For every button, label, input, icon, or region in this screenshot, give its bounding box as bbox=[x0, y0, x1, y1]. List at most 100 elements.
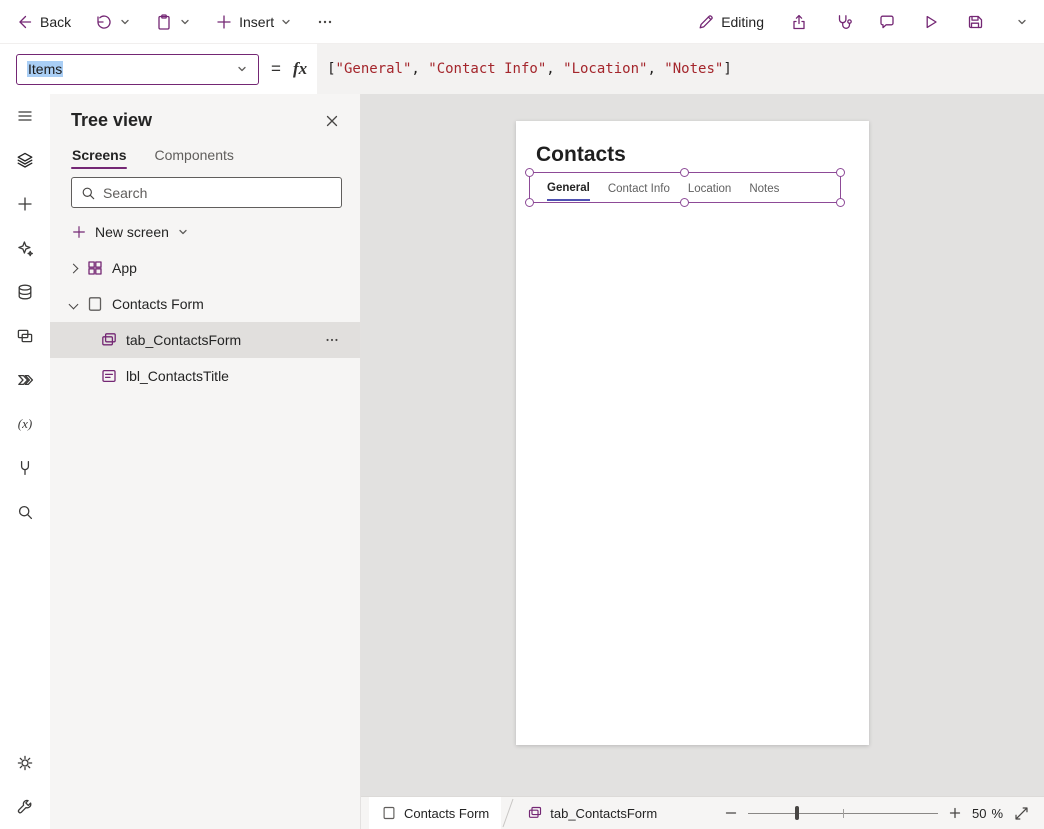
formula-token: ] bbox=[723, 61, 731, 77]
expand-chevron[interactable] bbox=[64, 259, 82, 277]
formula-text: ["General", "Contact Info", "Location", … bbox=[327, 61, 732, 77]
tests-button[interactable] bbox=[0, 446, 50, 490]
gear-icon bbox=[16, 754, 34, 772]
back-label: Back bbox=[40, 14, 71, 30]
formula-token: [ bbox=[327, 61, 335, 77]
advanced-tools-button[interactable] bbox=[0, 785, 50, 829]
media-icon bbox=[16, 327, 34, 345]
menu-button[interactable] bbox=[0, 94, 50, 138]
zoom-out-button[interactable] bbox=[724, 806, 738, 820]
comments-button[interactable] bbox=[878, 13, 896, 31]
save-button[interactable] bbox=[966, 13, 984, 31]
layers-icon bbox=[16, 151, 34, 169]
pencil-icon bbox=[697, 13, 715, 31]
share-button[interactable] bbox=[790, 13, 808, 31]
formula-input[interactable]: ["General", "Contact Info", "Location", … bbox=[317, 44, 1044, 94]
property-selector[interactable]: Items bbox=[16, 54, 259, 85]
editing-mode-button[interactable]: Editing bbox=[697, 13, 764, 31]
tab-label: General bbox=[547, 174, 590, 201]
paste-button[interactable] bbox=[155, 13, 173, 31]
variables-icon: (x) bbox=[18, 416, 32, 432]
variables-button[interactable]: (x) bbox=[0, 402, 50, 446]
breadcrumb-label: tab_ContactsForm bbox=[550, 806, 657, 821]
insert-label: Insert bbox=[239, 14, 274, 30]
plus-icon bbox=[215, 13, 233, 31]
tree-item-tab-contactsform[interactable]: tab_ContactsForm bbox=[50, 322, 360, 358]
breadcrumb-control[interactable]: tab_ContactsForm bbox=[515, 797, 669, 829]
canvas-area[interactable]: Contacts General Contact Info Location N… bbox=[361, 94, 1044, 796]
selection-handle[interactable] bbox=[836, 168, 845, 177]
minus-icon bbox=[724, 806, 738, 820]
collapse-chevron[interactable] bbox=[64, 295, 82, 313]
app-icon bbox=[86, 259, 104, 277]
search-icon bbox=[80, 185, 96, 201]
tab-control-icon bbox=[527, 805, 543, 821]
new-screen-button[interactable]: New screen bbox=[50, 214, 360, 250]
more-options-button[interactable] bbox=[324, 332, 340, 348]
tree-item-app[interactable]: App bbox=[50, 250, 360, 286]
chevron-down-icon bbox=[177, 226, 189, 238]
plus-icon bbox=[16, 195, 34, 213]
chevron-down-icon bbox=[236, 63, 248, 75]
search-panel-button[interactable] bbox=[0, 490, 50, 534]
tab-list-control[interactable]: General Contact Info Location Notes bbox=[529, 172, 841, 203]
selection-handle[interactable] bbox=[680, 168, 689, 177]
tree-item-lbl-contactstitle[interactable]: lbl_ContactsTitle bbox=[50, 358, 360, 394]
tree-item-label: tab_ContactsForm bbox=[126, 332, 241, 348]
settings-button[interactable] bbox=[0, 741, 50, 785]
ellipsis-icon bbox=[324, 332, 340, 348]
data-button[interactable] bbox=[0, 270, 50, 314]
formula-bar: Items = fx ["General", "Contact Info", "… bbox=[0, 44, 1044, 94]
save-dropdown-button[interactable] bbox=[1016, 16, 1028, 28]
selection-handle[interactable] bbox=[525, 198, 534, 207]
screen-icon bbox=[86, 295, 104, 313]
search-box[interactable] bbox=[71, 177, 342, 208]
screen-canvas[interactable]: Contacts General Contact Info Location N… bbox=[516, 121, 869, 745]
zoom-slider[interactable] bbox=[748, 805, 938, 821]
zoom-level[interactable]: 50 % bbox=[972, 806, 1003, 821]
media-button[interactable] bbox=[0, 314, 50, 358]
tree-item-contacts-form[interactable]: Contacts Form bbox=[50, 286, 360, 322]
formula-token: "General" bbox=[336, 61, 412, 77]
canvas-tab-general[interactable]: General bbox=[538, 173, 599, 202]
tab-components[interactable]: Components bbox=[153, 139, 234, 173]
zoom-in-button[interactable] bbox=[948, 806, 962, 820]
ellipsis-icon bbox=[316, 13, 334, 31]
selection-handle[interactable] bbox=[680, 198, 689, 207]
copilot-button[interactable] bbox=[0, 226, 50, 270]
insert-panel-button[interactable] bbox=[0, 182, 50, 226]
close-icon bbox=[324, 113, 340, 129]
canvas-tab-contact-info[interactable]: Contact Info bbox=[599, 173, 679, 202]
insert-dropdown-button[interactable] bbox=[280, 16, 292, 28]
top-toolbar: Back Insert Editing bbox=[0, 0, 1044, 44]
search-input[interactable] bbox=[103, 185, 333, 201]
canvas-tab-location[interactable]: Location bbox=[679, 173, 740, 202]
fit-to-window-button[interactable] bbox=[1013, 805, 1030, 822]
screen-title-label[interactable]: Contacts bbox=[536, 143, 626, 167]
formula-token: , bbox=[411, 61, 428, 77]
breadcrumb-screen[interactable]: Contacts Form bbox=[369, 797, 501, 829]
slider-handle[interactable] bbox=[795, 806, 799, 820]
tree-view-button[interactable] bbox=[0, 138, 50, 182]
more-commands-button[interactable] bbox=[316, 13, 334, 31]
app-checker-button[interactable] bbox=[834, 13, 852, 31]
property-value: Items bbox=[27, 61, 63, 77]
paste-dropdown-button[interactable] bbox=[179, 16, 191, 28]
insert-button[interactable]: Insert bbox=[215, 13, 274, 31]
selection-handle[interactable] bbox=[525, 168, 534, 177]
close-panel-button[interactable] bbox=[324, 113, 340, 129]
tab-screens[interactable]: Screens bbox=[71, 139, 127, 173]
power-automate-button[interactable] bbox=[0, 358, 50, 402]
undo-button[interactable] bbox=[95, 13, 113, 31]
canvas-tab-notes[interactable]: Notes bbox=[740, 173, 788, 202]
back-button[interactable]: Back bbox=[16, 13, 71, 31]
preview-button[interactable] bbox=[922, 13, 940, 31]
slider-center-tick bbox=[843, 809, 845, 818]
new-screen-label: New screen bbox=[95, 224, 169, 240]
selection-handle[interactable] bbox=[836, 198, 845, 207]
undo-icon bbox=[95, 13, 113, 31]
panel-title: Tree view bbox=[71, 110, 152, 131]
undo-dropdown-button[interactable] bbox=[119, 16, 131, 28]
breadcrumb-divider bbox=[501, 797, 515, 829]
editing-label: Editing bbox=[721, 14, 764, 30]
